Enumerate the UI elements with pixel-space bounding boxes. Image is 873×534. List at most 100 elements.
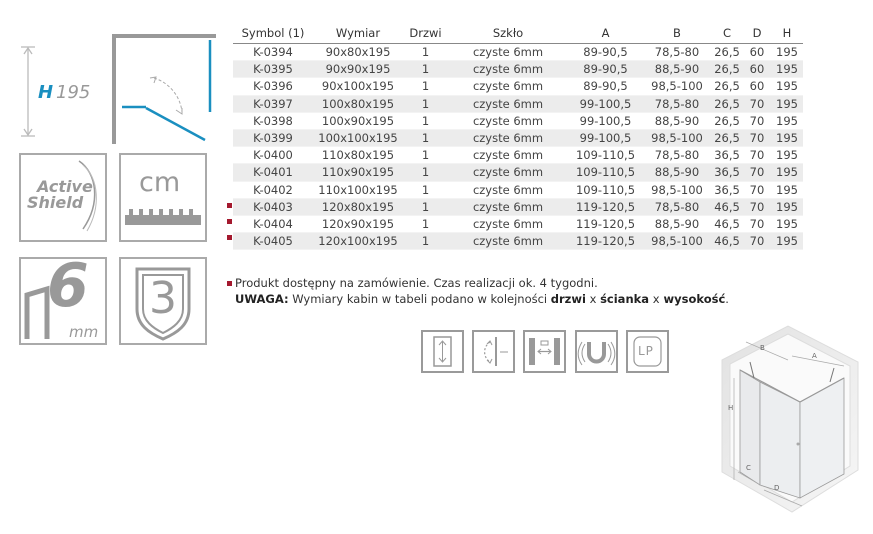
on-order-marker [227,219,232,224]
cell-a: 99-100,5 [568,112,643,130]
glass-thickness-badge: 6 mm [19,251,107,345]
availability-note: Produkt dostępny na zamówienie. Czas rea… [235,276,598,290]
cell-wymiar: 100x90x195 [313,112,403,130]
table-row: K-0405 120x100x195 1 czyste 6mm 119-120,5 98,… [233,232,803,251]
cell-d: 70 [743,215,771,234]
table-header-row: Symbol (1) Wymiar Drzwi Szkło A B C D H [233,22,803,44]
glass-thickness-value: 6 [47,251,89,321]
cell-a: 89-90,5 [568,43,643,62]
dimension-label-h: H [728,404,733,412]
cell-h: 195 [771,215,803,234]
magnetic-seal-icon [575,330,618,373]
cell-b: 88,5-90 [643,60,711,79]
profile-adjustment-icon [523,330,566,373]
table-row: K-0400 110x80x195 1 czyste 6mm 109-110,5 78,5… [233,146,803,165]
cell-c: 36,5 [711,181,743,199]
lp-label: LP [638,344,654,358]
cell-drzwi: 1 [403,232,448,251]
ruler-icon [125,209,201,225]
cell-drzwi: 1 [403,198,448,216]
cell-c: 26,5 [711,112,743,130]
measurement-badge: cm [119,153,207,242]
table-row: K-0397 100x80x195 1 czyste 6mm 99-100,5 78,5-… [233,95,803,113]
cell-b: 88,5-90 [643,112,711,130]
cell-d: 70 [743,232,771,251]
header-symbol: Symbol (1) [233,22,313,44]
height-arrow-icon [21,46,35,137]
header-h: H [771,22,803,44]
cell-c: 36,5 [711,163,743,182]
cell-d: 70 [743,198,771,216]
cell-b: 78,5-80 [643,43,711,62]
cell-c: 36,5 [711,146,743,165]
cell-b: 78,5-80 [643,95,711,113]
cell-b: 88,5-90 [643,163,711,182]
cell-h: 195 [771,95,803,113]
cell-szklo: czyste 6mm [448,198,568,216]
cell-a: 109-110,5 [568,163,643,182]
cell-a: 99-100,5 [568,95,643,113]
cell-drzwi: 1 [403,95,448,113]
cell-d: 70 [743,129,771,148]
cell-szklo: czyste 6mm [448,232,568,251]
cell-b: 98,5-100 [643,129,711,148]
header-szklo: Szkło [448,22,568,44]
cell-h: 195 [771,60,803,79]
cell-symbol: K-0402 [233,181,313,199]
cell-szklo: czyste 6mm [448,181,568,199]
cell-szklo: czyste 6mm [448,60,568,79]
cell-wymiar: 100x80x195 [313,95,403,113]
cell-a: 99-100,5 [568,129,643,148]
cell-drzwi: 1 [403,77,448,96]
cell-symbol: K-0400 [233,146,313,165]
cell-wymiar: 90x80x195 [313,43,403,62]
cell-symbol: K-0399 [233,129,313,148]
cell-wymiar: 110x100x195 [313,181,403,199]
header-b: B [643,22,711,44]
cell-b: 88,5-90 [643,215,711,234]
cell-c: 46,5 [711,215,743,234]
swing-door-icon [472,330,515,373]
cell-szklo: czyste 6mm [448,163,568,182]
cell-drzwi: 1 [403,146,448,165]
cell-h: 195 [771,232,803,251]
cell-d: 70 [743,181,771,199]
cell-c: 26,5 [711,95,743,113]
height-label: H [38,82,54,103]
header-c: C [711,22,743,44]
cell-symbol: K-0398 [233,112,313,130]
cell-b: 98,5-100 [643,181,711,199]
cell-wymiar: 110x80x195 [313,146,403,165]
cell-c: 26,5 [711,60,743,79]
cell-c: 46,5 [711,232,743,251]
cell-wymiar: 120x90x195 [313,215,403,234]
warning-period: . [725,292,729,306]
warning-label: UWAGA: [235,292,289,306]
cell-symbol: K-0395 [233,60,313,79]
reversible-door-icon [421,330,464,373]
cell-b: 98,5-100 [643,77,711,96]
glass-thickness-unit: mm [69,323,99,341]
cell-wymiar: 90x90x195 [313,60,403,79]
cell-symbol: K-0403 [233,198,313,216]
cell-c: 46,5 [711,198,743,216]
cell-a: 109-110,5 [568,146,643,165]
dimension-label-b: B [760,344,765,352]
height-indicator: H 195 [18,44,98,139]
cell-szklo: czyste 6mm [448,77,568,96]
cell-drzwi: 1 [403,112,448,130]
warning-text: Wymiary kabin w tabeli podano w kolejnoś… [292,292,548,306]
cell-a: 89-90,5 [568,60,643,79]
header-a: A [568,22,643,44]
table-row: K-0404 120x90x195 1 czyste 6mm 119-120,5 88,5… [233,215,803,234]
on-order-marker [227,203,232,208]
table-row: K-0399 100x100x195 1 czyste 6mm 99-100,5 98,5… [233,129,803,148]
table-row: K-0402 110x100x195 1 czyste 6mm 109-110,5 98,… [233,181,803,199]
cell-h: 195 [771,112,803,130]
cell-symbol: K-0405 [233,232,313,251]
availability-marker [227,281,232,286]
table-row: K-0401 110x90x195 1 czyste 6mm 109-110,5 88,5… [233,163,803,182]
separator-x1: x [589,292,597,306]
shower-cabin-3d-diagram: B A H C D [721,325,859,513]
cell-wymiar: 110x90x195 [313,163,403,182]
